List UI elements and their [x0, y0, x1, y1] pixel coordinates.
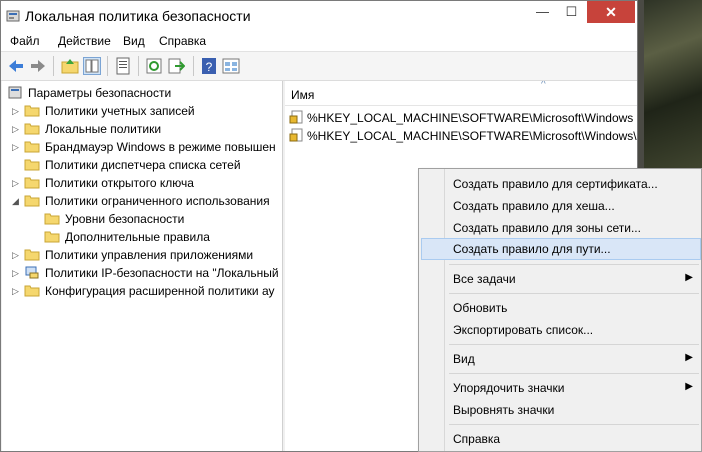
folder-icon — [24, 159, 40, 171]
list-item-label: %HKEY_LOCAL_MACHINE\SOFTWARE\Microsoft\W… — [307, 111, 637, 125]
expand-arrow-icon[interactable]: ▷ — [12, 246, 22, 264]
menu-item-all-tasks[interactable]: Все задачи ▶ — [421, 268, 701, 290]
menu-item-label: Справка — [453, 432, 501, 446]
menu-view[interactable]: Вид — [123, 34, 145, 48]
tree-item-label: Брандмауэр Windows в режиме повышен — [45, 140, 276, 154]
menu-item-label: Экспортировать список... — [453, 323, 594, 337]
tree-item-label: Дополнительные правила — [65, 230, 210, 244]
menu-separator — [449, 344, 699, 345]
column-header-label: Имя — [291, 88, 315, 102]
security-settings-icon — [8, 86, 22, 99]
menu-bar: Файл Действие Вид Справка — [1, 31, 637, 52]
menu-item-label: Создать правило для зоны сети... — [453, 221, 641, 235]
help-icon[interactable]: ? — [200, 57, 218, 75]
toolbar-separator — [138, 56, 139, 76]
tree-item-label: Политики учетных записей — [45, 104, 195, 118]
folder-open-icon — [24, 195, 40, 207]
folder-icon — [24, 249, 40, 261]
toolbar-separator — [193, 56, 194, 76]
menu-item-label: Создать правило для сертификата... — [453, 177, 658, 191]
folder-icon — [24, 105, 40, 117]
submenu-arrow-icon: ▶ — [685, 352, 693, 363]
forward-icon[interactable] — [29, 57, 47, 75]
column-header-name[interactable]: ^ Имя — [285, 81, 637, 106]
submenu-arrow-icon: ▶ — [685, 381, 693, 392]
view-icon[interactable] — [222, 57, 240, 75]
up-folder-icon[interactable] — [61, 57, 79, 75]
menu-separator — [449, 373, 699, 374]
folder-icon — [44, 213, 60, 225]
folder-icon — [24, 285, 40, 297]
desktop-wallpaper — [644, 0, 702, 168]
export-icon[interactable] — [167, 57, 185, 75]
toolbar-separator — [107, 56, 108, 76]
toolbar-separator — [53, 56, 54, 76]
menu-item-line-up-icons[interactable]: Выровнять значки — [421, 399, 701, 421]
tree-pane[interactable]: Параметры безопасности ▷ Политики учетны… — [2, 81, 283, 451]
menu-file[interactable]: Файл — [10, 34, 40, 48]
tree-item-label: Уровни безопасности — [65, 212, 185, 226]
menu-separator — [449, 264, 699, 265]
minimize-button[interactable]: — — [528, 1, 557, 23]
menu-separator — [449, 293, 699, 294]
folder-icon — [24, 177, 40, 189]
back-icon[interactable] — [7, 57, 25, 75]
tree-item-label: Политики IP-безопасности на "Локальный — [45, 266, 279, 280]
menu-item-help[interactable]: Справка — [421, 428, 701, 450]
menu-action[interactable]: Действие — [58, 34, 111, 48]
path-rule-icon — [289, 110, 303, 124]
menu-item-label: Создать правило для пути... — [453, 242, 611, 256]
menu-item-create-zone-rule[interactable]: Создать правило для зоны сети... — [421, 217, 701, 239]
menu-item-label: Выровнять значки — [453, 403, 555, 417]
submenu-arrow-icon: ▶ — [685, 272, 693, 283]
close-button[interactable]: ✕ — [587, 1, 635, 23]
folder-icon — [24, 123, 40, 135]
menu-item-label: Все задачи — [453, 272, 516, 286]
menu-item-create-hash-rule[interactable]: Создать правило для хеша... — [421, 195, 701, 217]
tree-root-label: Параметры безопасности — [28, 86, 172, 100]
menu-item-create-path-rule[interactable]: Создать правило для пути... — [421, 238, 701, 260]
expand-arrow-icon[interactable]: ▷ — [12, 120, 22, 138]
folder-icon — [24, 141, 40, 153]
expand-arrow-icon[interactable]: ▷ — [12, 264, 22, 282]
tree-item-label: Политики управления приложениями — [45, 248, 254, 262]
menu-item-create-certificate-rule[interactable]: Создать правило для сертификата... — [421, 173, 701, 195]
menu-item-label: Обновить — [453, 301, 508, 315]
expand-arrow-icon[interactable]: ▷ — [12, 174, 22, 192]
tree-item-label: Конфигурация расширенной политики ау — [45, 284, 275, 298]
tree-item-label: Политики ограниченного использования — [45, 194, 270, 208]
expand-arrow-icon[interactable]: ▷ — [12, 138, 22, 156]
tree-item-label: Политики диспетчера списка сетей — [45, 158, 241, 172]
sort-indicator-icon: ^ — [541, 81, 546, 90]
expand-arrow-icon[interactable]: ▷ — [12, 102, 22, 120]
svg-text:?: ? — [206, 60, 213, 74]
maximize-button[interactable]: ☐ — [557, 1, 586, 23]
title-bar[interactable]: Локальная политика безопасности — ☐ ✕ — [1, 1, 637, 31]
list-item-label: %HKEY_LOCAL_MACHINE\SOFTWARE\Microsoft\W… — [307, 129, 637, 143]
security-policy-app-icon — [6, 10, 20, 22]
properties-icon[interactable] — [114, 57, 132, 75]
menu-item-label: Упорядочить значки — [453, 381, 565, 395]
refresh-icon[interactable] — [145, 57, 163, 75]
menu-item-arrange-icons[interactable]: Упорядочить значки ▶ — [421, 377, 701, 399]
menu-help[interactable]: Справка — [159, 34, 206, 48]
collapse-arrow-icon[interactable]: ◢ — [12, 192, 22, 210]
toolbar: ? — [1, 52, 637, 81]
menu-item-refresh[interactable]: Обновить — [421, 297, 701, 319]
ipsec-policy-icon — [25, 266, 39, 279]
folder-open-icon — [44, 231, 60, 243]
tree-item-label: Политики открытого ключа — [45, 176, 194, 190]
tree-item-label: Локальные политики — [45, 122, 162, 136]
menu-item-export-list[interactable]: Экспортировать список... — [421, 319, 701, 341]
menu-separator — [449, 424, 699, 425]
menu-item-view[interactable]: Вид ▶ — [421, 348, 701, 370]
path-rule-icon — [289, 128, 303, 142]
context-menu: Создать правило для сертификата... Созда… — [418, 168, 702, 452]
show-tree-icon[interactable] — [83, 57, 101, 75]
window-title: Локальная политика безопасности — [25, 8, 251, 24]
menu-item-label: Вид — [453, 352, 475, 366]
expand-arrow-icon[interactable]: ▷ — [12, 282, 22, 300]
menu-item-label: Создать правило для хеша... — [453, 199, 615, 213]
